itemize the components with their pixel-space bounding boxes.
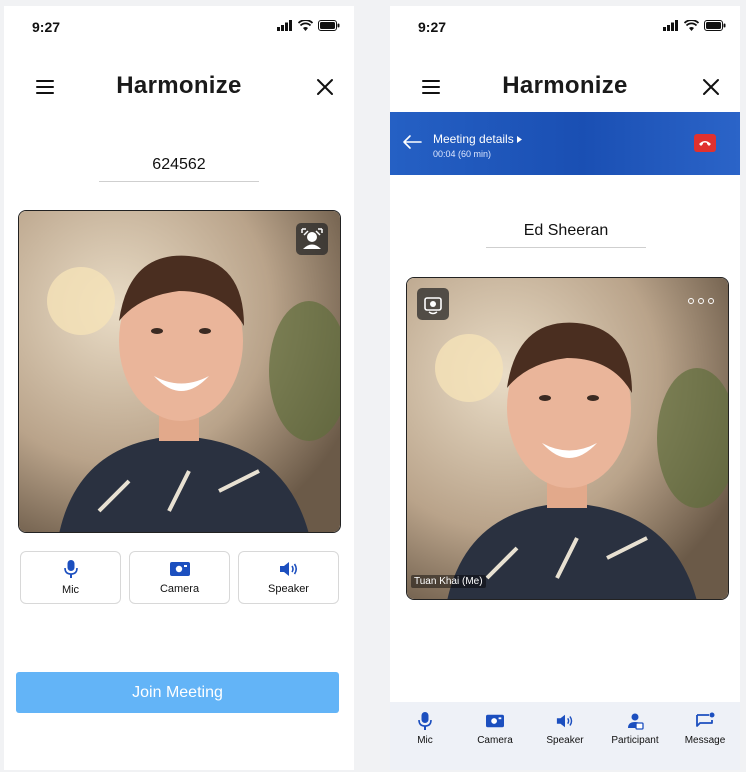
status-icons (277, 20, 340, 31)
status-icons (663, 20, 726, 31)
toolbar-message-label: Message (684, 735, 726, 746)
camera-button[interactable]: Camera (129, 551, 230, 604)
caret-right-icon (517, 136, 523, 143)
mic-label: Mic (61, 583, 80, 596)
video-feed (407, 278, 728, 599)
flip-camera-icon (424, 297, 442, 315)
toolbar-participant-label: Participant (611, 735, 659, 746)
app-title: Harmonize (502, 72, 628, 99)
participant-name: Ed Sheeran (486, 222, 646, 248)
background-effect-button[interactable] (296, 223, 328, 255)
toolbar-participant[interactable]: Participant (603, 712, 667, 770)
toolbar-mic[interactable]: Mic (393, 712, 457, 770)
status-time: 9:27 (418, 19, 447, 35)
meeting-banner: Meeting details 00:04 (60 min) (390, 112, 740, 175)
wifi-icon (298, 20, 313, 31)
camera-preview (18, 210, 341, 533)
toolbar-camera-label: Camera (477, 735, 513, 746)
device-controls: Mic Camera Speaker (20, 551, 339, 604)
meeting-code-field[interactable]: 624562 (99, 154, 259, 182)
toolbar-mic-label: Mic (417, 735, 433, 746)
meeting-duration: 00:04 (60 min) (433, 149, 492, 159)
flip-camera-button[interactable] (417, 288, 449, 320)
mic-icon (418, 712, 432, 730)
background-blur-icon (301, 228, 323, 249)
speaker-icon (556, 714, 573, 728)
speaker-button[interactable]: Speaker (238, 551, 339, 604)
join-meeting-button[interactable]: Join Meeting (16, 672, 339, 713)
video-feed (19, 211, 340, 532)
speaker-icon (279, 561, 297, 576)
close-icon[interactable] (316, 78, 334, 96)
in-meeting-screen: 9:27 Harmonize Meeting details 00:04 (60… (390, 6, 740, 770)
speaker-label: Speaker (268, 582, 309, 595)
camera-icon (169, 561, 190, 576)
status-bar: 9:27 (4, 6, 354, 46)
app-header: Harmonize (4, 64, 354, 112)
signal-icon (663, 20, 678, 31)
mic-button[interactable]: Mic (20, 551, 121, 604)
video-tile: Tuan Khai (Me) (406, 277, 729, 600)
toolbar-speaker-label: Speaker (546, 735, 584, 746)
more-options-icon[interactable] (688, 298, 714, 304)
close-icon[interactable] (702, 78, 720, 96)
message-icon (696, 712, 715, 727)
back-arrow-icon[interactable] (402, 134, 422, 150)
pre-join-screen: 9:27 Harmonize 624562 Mic Camera Speaker… (4, 6, 354, 770)
toolbar-camera[interactable]: Camera (463, 712, 527, 770)
end-call-button[interactable] (694, 134, 716, 152)
battery-icon (704, 20, 726, 31)
status-bar: 9:27 (390, 6, 740, 46)
camera-icon (486, 714, 504, 728)
app-title: Harmonize (116, 72, 242, 99)
meeting-details-label: Meeting details (433, 132, 514, 146)
participant-icon (628, 713, 644, 730)
self-name-label: Tuan Khai (Me) (411, 575, 486, 588)
app-header: Harmonize (390, 64, 740, 112)
signal-icon (277, 20, 292, 31)
toolbar-speaker[interactable]: Speaker (533, 712, 597, 770)
battery-icon (318, 20, 340, 31)
hang-up-icon (699, 141, 711, 146)
wifi-icon (684, 20, 699, 31)
meeting-toolbar: Mic Camera Speaker Participant Message (390, 702, 740, 770)
toolbar-message[interactable]: Message (673, 712, 737, 770)
meeting-details-link[interactable]: Meeting details (433, 132, 523, 146)
status-time: 9:27 (32, 19, 61, 35)
camera-label: Camera (159, 582, 200, 595)
mic-icon (63, 559, 78, 578)
